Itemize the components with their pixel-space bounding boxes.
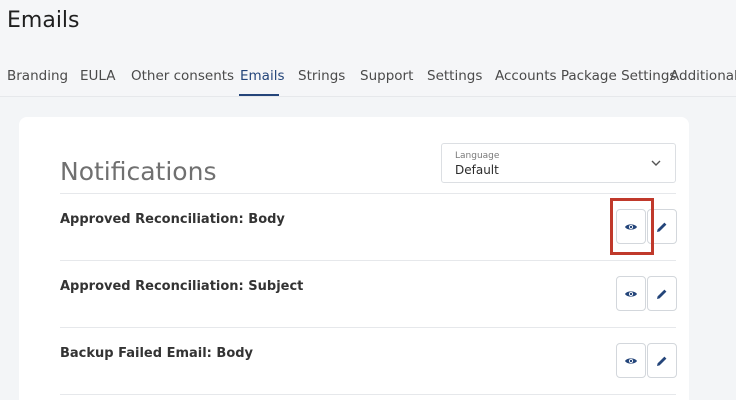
tab-emails[interactable]: Emails bbox=[240, 68, 285, 84]
language-value: Default bbox=[455, 163, 499, 177]
divider bbox=[60, 193, 676, 194]
tab-eula[interactable]: EULA bbox=[80, 68, 115, 84]
preview-button[interactable] bbox=[616, 343, 646, 378]
page-header: Emails Branding EULA Other consents Emai… bbox=[0, 0, 736, 97]
notification-row-label: Backup Failed Email: Body bbox=[60, 346, 254, 361]
language-label: Language bbox=[455, 151, 500, 161]
edit-button[interactable] bbox=[647, 276, 677, 311]
tab-additional[interactable]: Additional U bbox=[670, 68, 736, 84]
page-title: Emails bbox=[7, 8, 80, 33]
tab-settings[interactable]: Settings bbox=[427, 68, 482, 84]
language-select[interactable]: Language Default bbox=[441, 143, 676, 183]
eye-icon bbox=[624, 289, 638, 299]
divider bbox=[60, 260, 676, 261]
tab-bar: Branding EULA Other consents Emails Stri… bbox=[0, 64, 736, 97]
preview-button[interactable] bbox=[616, 276, 646, 311]
pencil-icon bbox=[656, 355, 668, 367]
notification-row-label: Approved Reconciliation: Subject bbox=[60, 279, 304, 294]
chevron-down-icon bbox=[649, 156, 663, 170]
tab-other-consents[interactable]: Other consents bbox=[131, 68, 234, 84]
pencil-icon bbox=[656, 221, 668, 233]
tab-strings[interactable]: Strings bbox=[298, 68, 345, 84]
preview-button[interactable] bbox=[616, 209, 646, 244]
card-title: Notifications bbox=[60, 157, 217, 186]
tab-support[interactable]: Support bbox=[360, 68, 413, 84]
edit-button[interactable] bbox=[647, 343, 677, 378]
divider bbox=[60, 394, 676, 395]
divider bbox=[60, 327, 676, 328]
tab-branding[interactable]: Branding bbox=[7, 68, 68, 84]
notification-row-label: Approved Reconciliation: Body bbox=[60, 212, 285, 227]
edit-button[interactable] bbox=[647, 209, 677, 244]
tab-accounts-package-settings[interactable]: Accounts Package Settings bbox=[495, 68, 676, 84]
active-tab-indicator bbox=[239, 94, 279, 96]
pencil-icon bbox=[656, 288, 668, 300]
eye-icon bbox=[624, 356, 638, 366]
eye-icon bbox=[624, 222, 638, 232]
